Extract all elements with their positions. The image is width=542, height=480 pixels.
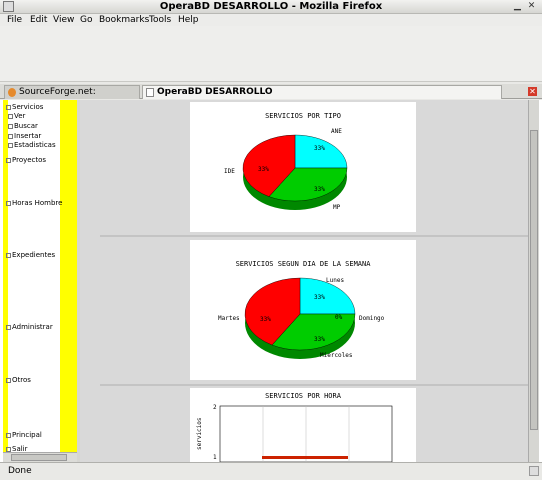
menu-help[interactable]: Help: [178, 14, 199, 26]
page-favicon-icon: [146, 88, 154, 97]
scroll-thumb[interactable]: [530, 130, 538, 430]
nav-label: Administrar: [12, 323, 53, 331]
menu-file[interactable]: File: [7, 14, 22, 26]
label-ane: ANE: [331, 128, 342, 135]
nav-label: Estadisticas: [14, 141, 56, 149]
ytick-label: 2: [213, 404, 217, 411]
menu-bookmarks[interactable]: Bookmarks: [99, 14, 149, 26]
menu-view[interactable]: View: [53, 14, 74, 26]
menu-tools[interactable]: Tools: [149, 14, 171, 26]
resize-grip-icon[interactable]: [529, 466, 539, 476]
divider: [100, 235, 528, 237]
nav-label: Principal: [12, 431, 42, 439]
pct-miercoles: 33%: [314, 336, 325, 343]
expand-icon: [8, 142, 13, 148]
pie-chart-svg: [244, 277, 356, 359]
expand-icon: [6, 377, 11, 383]
sourceforge-favicon-icon: [8, 88, 16, 97]
nav-otros[interactable]: Otros: [6, 376, 31, 385]
label-mp: MP: [333, 204, 341, 211]
nav-label: Servicios: [12, 103, 44, 111]
right-content-frame: SERVICIOS POR TIPO ANE IDE MP 33% 33% 33…: [80, 100, 528, 462]
nav-label: Proyectos: [12, 156, 47, 164]
expand-icon: [6, 252, 11, 258]
nav-label: Insertar: [14, 132, 42, 140]
pct-martes: 33%: [260, 316, 271, 323]
pie-chart-svg: [242, 134, 348, 210]
toolbar-area: [0, 26, 542, 82]
bar-chart-svg: [219, 405, 393, 462]
ytick-label: 1: [213, 454, 217, 461]
minimize-icon[interactable]: ▁: [512, 1, 523, 12]
pct-ide: 33%: [258, 166, 269, 173]
expand-icon: [6, 157, 11, 163]
pct-lunes: 33%: [314, 294, 325, 301]
left-nav-frame: Servicios Ver Buscar Insertar Estadistic…: [3, 100, 79, 453]
nav-label: Ver: [14, 112, 26, 120]
tab-operabd[interactable]: OperaBD DESARROLLO: [142, 85, 502, 99]
vertical-scrollbar[interactable]: [528, 100, 539, 462]
pct-zero: 0%: [335, 314, 343, 321]
nav-label: Buscar: [14, 122, 38, 130]
nav-ver[interactable]: Ver: [8, 112, 25, 121]
expand-icon: [6, 432, 11, 438]
nav-principal[interactable]: Principal: [6, 431, 42, 440]
label-lunes: Lunes: [326, 277, 345, 284]
nav-estadisticas[interactable]: Estadisticas: [8, 141, 56, 150]
nav-administrar[interactable]: Administrar: [6, 323, 53, 332]
expand-icon: [8, 113, 13, 119]
expand-icon: [8, 123, 13, 129]
chart-servicios-por-tipo: SERVICIOS POR TIPO ANE IDE MP 33% 33% 33…: [190, 102, 416, 232]
nav-label: Expedientes: [12, 251, 56, 259]
left-horizontal-scrollbar[interactable]: [3, 452, 77, 462]
label-martes: Martes: [218, 315, 240, 322]
nav-expedientes[interactable]: Expedientes: [6, 251, 55, 260]
menu-bar: File Edit View Go Bookmarks Tools Help: [0, 14, 542, 26]
close-tab-icon[interactable]: ✕: [528, 87, 537, 96]
yellow-stripe-left: [3, 100, 8, 452]
expand-icon: [6, 446, 11, 452]
menu-edit[interactable]: Edit: [30, 14, 47, 26]
chart-servicios-segun-dia: SERVICIOS SEGUN DIA DE LA SEMANA Lunes M…: [190, 240, 416, 380]
window-title: OperaBD DESARROLLO - Mozilla Firefox: [159, 1, 383, 12]
label-miercoles: Miercoles: [320, 352, 353, 359]
nav-horas-hombre[interactable]: Horas Hombre: [6, 199, 62, 208]
status-text: Done: [8, 466, 32, 476]
chart-servicios-por-hora: SERVICIOS POR HORA 2 1 servicios: [190, 388, 416, 462]
page-content: Servicios Ver Buscar Insertar Estadistic…: [0, 100, 542, 462]
nav-label: Horas Hombre: [12, 199, 63, 207]
collapse-icon: [6, 104, 11, 110]
expand-icon: [8, 133, 13, 139]
label-overlapping-days: Domingo: [359, 315, 385, 322]
nav-servicios[interactable]: Servicios: [6, 103, 43, 112]
tab-bar: SourceForge.net: Screenshots OperaBD DES…: [0, 84, 542, 110]
nav-insertar[interactable]: Insertar: [8, 132, 41, 141]
expand-icon: [6, 200, 11, 206]
label-ide: IDE: [224, 168, 235, 175]
close-window-icon[interactable]: ✕: [526, 1, 537, 12]
expand-icon: [6, 324, 11, 330]
nav-buscar[interactable]: Buscar: [8, 122, 38, 131]
pct-ane: 33%: [314, 145, 325, 152]
pct-mp: 33%: [314, 186, 325, 193]
bar: [262, 456, 348, 459]
status-bar: Done: [0, 462, 542, 480]
divider: [100, 384, 528, 386]
nav-label: Otros: [12, 376, 31, 384]
y-axis-label: servicios: [196, 417, 203, 450]
window-titlebar: OperaBD DESARROLLO - Mozilla Firefox ▁ ✕: [0, 0, 542, 14]
tab-label: OperaBD DESARROLLO: [157, 87, 273, 97]
scroll-thumb[interactable]: [11, 454, 67, 461]
menu-go[interactable]: Go: [80, 14, 92, 26]
nav-proyectos[interactable]: Proyectos: [6, 156, 46, 165]
tab-sourceforge[interactable]: SourceForge.net: Screenshots: [4, 85, 140, 110]
